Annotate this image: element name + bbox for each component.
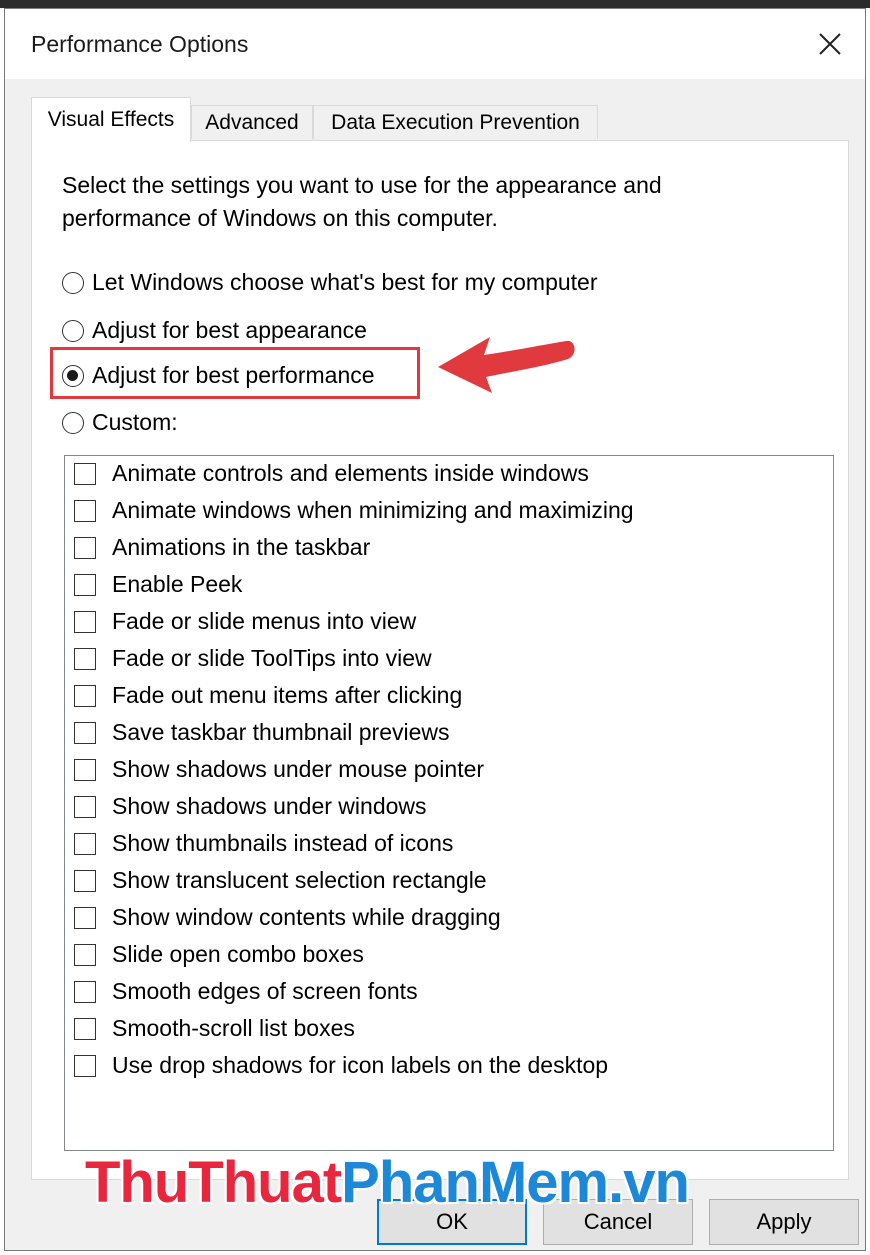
performance-options-dialog: Performance Options Visual Effects Advan…: [4, 8, 866, 1251]
effect-label: Animate controls and elements inside win…: [112, 460, 589, 486]
checkbox[interactable]: [74, 758, 96, 781]
effect-label: Save taskbar thumbnail previews: [112, 719, 450, 745]
tab-advanced[interactable]: Advanced: [191, 105, 313, 139]
effect-item[interactable]: Save taskbar thumbnail previews: [74, 719, 450, 746]
radio-button[interactable]: [62, 319, 84, 342]
tab-data-execution-prevention[interactable]: Data Execution Prevention: [313, 105, 598, 139]
checkbox[interactable]: [74, 536, 96, 559]
effect-item[interactable]: Smooth-scroll list boxes: [74, 1015, 355, 1042]
effect-item[interactable]: Show shadows under mouse pointer: [74, 756, 484, 783]
checkbox[interactable]: [74, 647, 96, 670]
window-top-edge: [0, 0, 870, 8]
effect-item[interactable]: Show thumbnails instead of icons: [74, 830, 453, 857]
option-label: Custom:: [92, 409, 178, 435]
checkbox[interactable]: [74, 462, 96, 485]
effect-label: Show thumbnails instead of icons: [112, 830, 454, 856]
effect-label: Enable Peek: [112, 571, 243, 597]
checkbox[interactable]: [74, 869, 96, 892]
watermark-part-3: .vn: [608, 1150, 690, 1215]
effect-label: Animations in the taskbar: [112, 534, 371, 560]
option-custom[interactable]: Custom:: [62, 409, 178, 436]
checkbox[interactable]: [74, 721, 96, 744]
checkbox[interactable]: [74, 1017, 96, 1040]
effect-item[interactable]: Slide open combo boxes: [74, 941, 364, 968]
option-let-windows-choose[interactable]: Let Windows choose what's best for my co…: [62, 269, 598, 296]
checkbox[interactable]: [74, 980, 96, 1003]
effect-label: Slide open combo boxes: [112, 941, 364, 967]
effect-label: Show shadows under windows: [112, 793, 427, 819]
effect-item[interactable]: Show window contents while dragging: [74, 904, 501, 931]
effect-item[interactable]: Fade or slide menus into view: [74, 608, 416, 635]
effect-item[interactable]: Animations in the taskbar: [74, 534, 370, 561]
effect-item[interactable]: Smooth edges of screen fonts: [74, 978, 418, 1005]
effect-label: Fade or slide menus into view: [112, 608, 417, 634]
effect-label: Show translucent selection rectangle: [112, 867, 487, 893]
effect-item[interactable]: Use drop shadows for icon labels on the …: [74, 1052, 608, 1079]
description-text: Select the settings you want to use for …: [62, 172, 662, 231]
effect-label: Use drop shadows for icon labels on the …: [112, 1052, 609, 1078]
visual-effects-panel: Select the settings you want to use for …: [31, 140, 849, 1180]
checkbox[interactable]: [74, 573, 96, 596]
effect-label: Show shadows under mouse pointer: [112, 756, 485, 782]
effect-label: Fade out menu items after clicking: [112, 682, 463, 708]
checkbox[interactable]: [74, 499, 96, 522]
window-title: Performance Options: [31, 31, 249, 57]
checkbox[interactable]: [74, 832, 96, 855]
radio-button[interactable]: [62, 411, 84, 434]
checkbox[interactable]: [74, 906, 96, 929]
effect-item[interactable]: Fade or slide ToolTips into view: [74, 645, 432, 672]
effect-label: Animate windows when minimizing and maxi…: [112, 497, 634, 523]
watermark-logo: ThuThuatPhanMem.vn: [85, 1149, 690, 1216]
option-best-appearance[interactable]: Adjust for best appearance: [62, 317, 367, 344]
watermark-part-2: PhanMem: [341, 1150, 609, 1215]
watermark-part-1: ThuThuat: [85, 1150, 342, 1215]
radio-button[interactable]: [62, 271, 84, 294]
effect-item[interactable]: Animate windows when minimizing and maxi…: [74, 497, 634, 524]
close-button[interactable]: [795, 9, 865, 79]
effect-item[interactable]: Show shadows under windows: [74, 793, 427, 820]
effect-label: Smooth edges of screen fonts: [112, 978, 418, 1004]
checkbox[interactable]: [74, 943, 96, 966]
close-icon: [819, 33, 841, 55]
effect-item[interactable]: Show translucent selection rectangle: [74, 867, 487, 894]
effect-label: Smooth-scroll list boxes: [112, 1015, 355, 1041]
red-arrow-icon: [438, 337, 575, 393]
checkbox[interactable]: [74, 684, 96, 707]
apply-button[interactable]: Apply: [709, 1199, 859, 1245]
effect-item[interactable]: Animate controls and elements inside win…: [74, 460, 589, 487]
checkbox[interactable]: [74, 1054, 96, 1077]
effect-label: Show window contents while dragging: [112, 904, 501, 930]
highlight-box: [50, 347, 420, 399]
effect-item[interactable]: Fade out menu items after clicking: [74, 682, 462, 709]
checkbox[interactable]: [74, 795, 96, 818]
option-label: Let Windows choose what's best for my co…: [92, 269, 598, 295]
title-bar[interactable]: Performance Options: [5, 9, 865, 79]
option-label: Adjust for best appearance: [92, 317, 367, 343]
effects-list[interactable]: Animate controls and elements inside win…: [64, 455, 834, 1151]
tab-visual-effects[interactable]: Visual Effects: [31, 97, 191, 142]
effect-item[interactable]: Enable Peek: [74, 571, 242, 598]
effect-label: Fade or slide ToolTips into view: [112, 645, 432, 671]
checkbox[interactable]: [74, 610, 96, 633]
